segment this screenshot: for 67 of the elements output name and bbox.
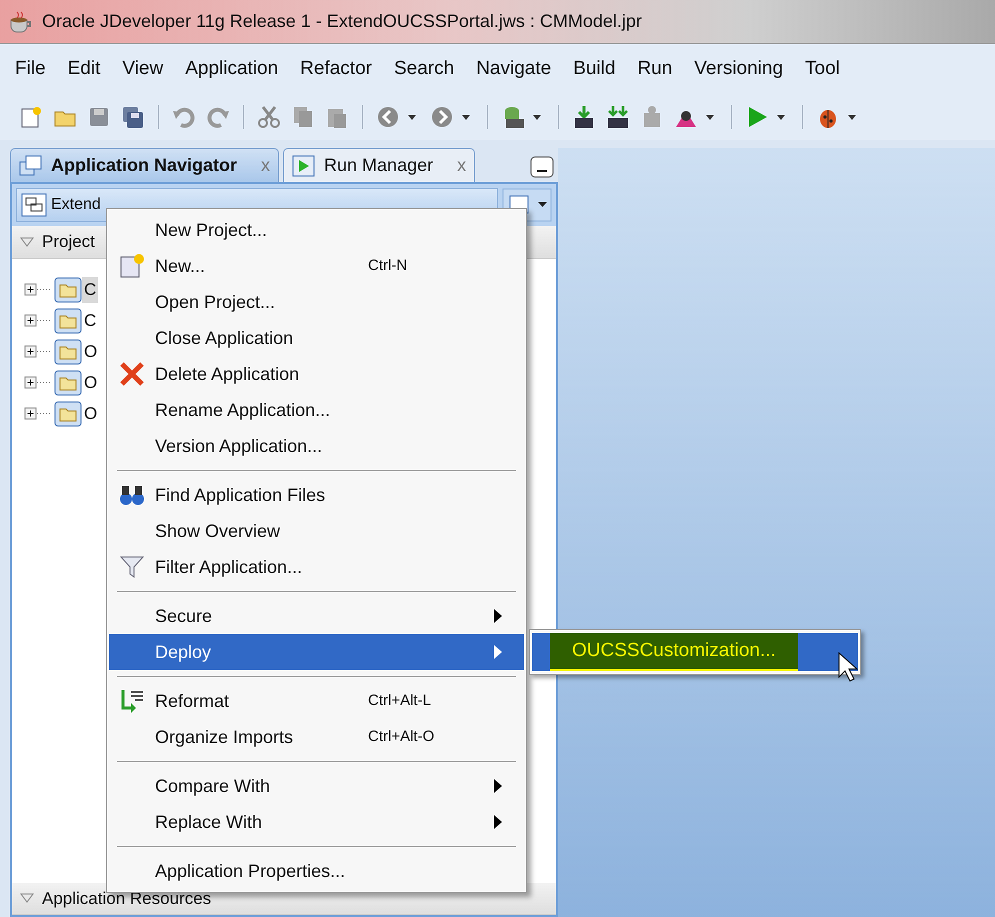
menu-item[interactable]: Navigate xyxy=(465,54,562,84)
menu-item[interactable]: Build xyxy=(562,54,626,84)
menu-item[interactable]: Compare With xyxy=(109,768,524,804)
menu-item[interactable]: Application xyxy=(174,54,290,84)
reformat-icon xyxy=(119,688,145,714)
submenu-arrow-icon xyxy=(494,609,502,623)
tree-item[interactable]: C xyxy=(82,277,98,303)
windows-icon xyxy=(19,154,43,176)
window-title: Oracle JDeveloper 11g Release 1 - ExtendOUCSSPortal.jws : CMModel.jpr xyxy=(42,10,642,33)
close-button[interactable]: x xyxy=(457,152,466,179)
menu-item[interactable]: Edit xyxy=(56,54,112,84)
menu-item[interactable]: View xyxy=(111,54,174,84)
tree-item[interactable]: O xyxy=(82,401,100,427)
submenu-arrow-icon xyxy=(494,779,502,793)
triangle-icon xyxy=(20,236,34,248)
new-file-icon xyxy=(119,253,145,279)
menu-item[interactable]: Versioning xyxy=(683,54,794,84)
delete-icon xyxy=(119,361,145,387)
menu-item[interactable]: Reformat Ctrl+Alt-L xyxy=(109,683,524,719)
menu-item[interactable]: Replace With xyxy=(109,804,524,840)
cut-icon[interactable] xyxy=(257,105,281,129)
menu-item[interactable]: New... Ctrl-N xyxy=(109,248,524,284)
panel-tab[interactable]: Application Navigator x xyxy=(10,148,280,182)
menu-item[interactable]: Secure xyxy=(109,598,524,634)
menu-item[interactable]: OUCSSCustomization... xyxy=(550,633,798,671)
play-icon xyxy=(292,154,316,176)
menu-item[interactable]: Organize Imports Ctrl+Alt-O xyxy=(109,719,524,755)
menu-item[interactable]: Delete Application xyxy=(109,356,524,392)
minimize-icon[interactable] xyxy=(530,156,554,178)
coffee-cup-icon xyxy=(8,10,34,34)
folder-icon xyxy=(54,308,82,334)
menu-item[interactable]: Show Overview xyxy=(109,513,524,549)
triangle-icon xyxy=(20,892,34,904)
shortcut-label: Ctrl-N xyxy=(368,256,408,274)
tree-item[interactable]: C xyxy=(82,308,98,334)
application-icon xyxy=(21,193,47,217)
folder-icon xyxy=(54,401,82,427)
filter-icon xyxy=(119,554,145,580)
shortcut-label: Ctrl+Alt-L xyxy=(368,692,431,709)
folder-icon xyxy=(54,339,82,365)
folder-icon xyxy=(54,277,82,303)
download-icon[interactable] xyxy=(606,105,630,129)
menu-item[interactable]: Refactor xyxy=(289,54,383,84)
menu-item[interactable]: Deploy xyxy=(109,634,524,670)
submenu-arrow-icon xyxy=(494,645,502,659)
panel-tab[interactable]: Run Manager x xyxy=(283,148,476,182)
back-icon[interactable] xyxy=(376,105,400,129)
save-all-icon[interactable] xyxy=(121,105,145,129)
folder-icon xyxy=(54,370,82,396)
menu-item[interactable]: Version Application... xyxy=(109,428,524,464)
menu-item[interactable]: Close Application xyxy=(109,320,524,356)
tree-item[interactable]: O xyxy=(82,339,100,365)
menu-item[interactable]: Open Project... xyxy=(109,284,524,320)
new-file-icon[interactable] xyxy=(19,105,43,129)
download-icon[interactable] xyxy=(572,105,596,129)
menu-item[interactable]: Find Application Files xyxy=(109,477,524,513)
tree-item[interactable]: O xyxy=(82,370,100,396)
save-icon[interactable] xyxy=(87,105,111,129)
menu-item[interactable]: File xyxy=(4,54,57,84)
menu-item[interactable]: Search xyxy=(382,54,466,84)
forward-icon[interactable] xyxy=(430,105,454,129)
menu-item[interactable]: Filter Application... xyxy=(109,549,524,585)
menu-item[interactable]: Tool xyxy=(794,54,851,84)
submenu-arrow-icon xyxy=(494,815,502,829)
shortcut-label: Ctrl+Alt-O xyxy=(368,728,434,745)
menu-item[interactable]: Rename Application... xyxy=(109,392,524,428)
menu-item[interactable]: Run xyxy=(626,54,684,84)
